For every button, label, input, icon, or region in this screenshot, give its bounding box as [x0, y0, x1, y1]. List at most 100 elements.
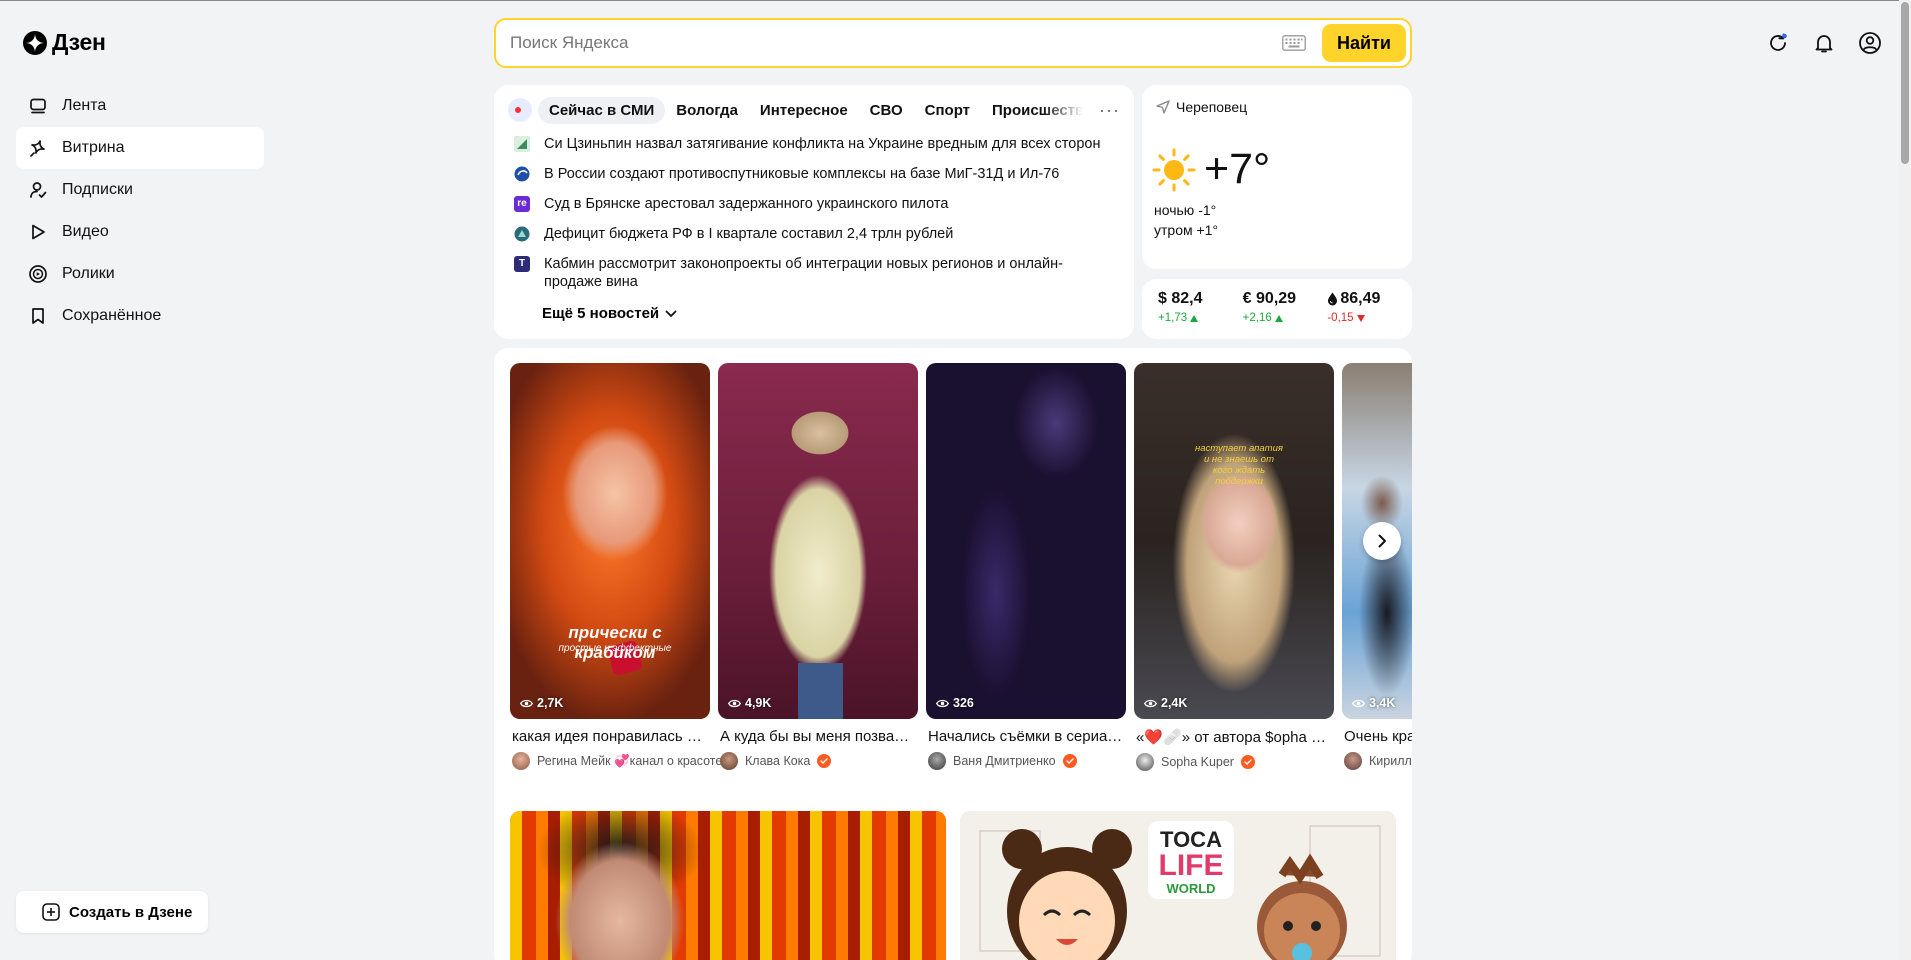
carousel-next-button[interactable]	[1363, 522, 1401, 560]
keyboard-icon[interactable]	[1282, 35, 1306, 51]
view-count: 3,4K	[1352, 696, 1395, 710]
tab-interesting[interactable]: Интересное	[749, 97, 859, 124]
short-title[interactable]: Очень красиво	[1342, 728, 1412, 745]
short-title[interactable]: какая идея понравилась больше?	[510, 728, 708, 745]
rate-eur[interactable]: € 90,29 +2,16	[1243, 290, 1328, 339]
triangle-down-icon	[1356, 314, 1365, 322]
sidebar-item-video[interactable]: Видео	[16, 211, 264, 253]
sun-icon	[1152, 148, 1196, 191]
profile-icon[interactable]	[1858, 31, 1882, 55]
rate-delta: -0,15	[1327, 312, 1412, 324]
page-scrollbar[interactable]	[1899, 0, 1911, 960]
short-author[interactable]: Регина Мейк 💞канал о красоте	[510, 752, 722, 770]
tab-sport[interactable]: Спорт	[914, 97, 981, 124]
short-card: прически с крабиком простые и эффектные …	[510, 363, 722, 770]
rate-oil[interactable]: 86,49 -0,15	[1327, 290, 1412, 339]
sidebar-item-label: Ролики	[62, 265, 115, 282]
window-top-border	[0, 0, 1911, 1]
tab-now-in-media[interactable]: Сейчас в СМИ	[538, 96, 666, 124]
verified-icon	[1062, 754, 1077, 768]
dzen-logo[interactable]: Дзен	[23, 29, 106, 56]
more-news-label: Ещё 5 новостей	[542, 305, 660, 322]
svg-text:LIFE: LIFE	[1159, 849, 1224, 882]
shorts-icon	[28, 264, 48, 284]
oil-drop-icon	[1328, 292, 1338, 306]
svg-text:WORLD: WORLD	[1166, 881, 1215, 896]
news-item[interactable]: re Суд в Брянске арестовал задержанного …	[514, 195, 1114, 213]
sidebar-item-subscriptions[interactable]: Подписки	[16, 169, 264, 211]
sidebar-item-shorts[interactable]: Ролики	[16, 253, 264, 295]
news-list: Си Цзиньпин назвал затягивание конфликта…	[514, 135, 1114, 303]
short-title[interactable]: Начались съёмки в сериале	[926, 728, 1124, 745]
news-title: Дефицит бюджета РФ в I квартале составил…	[544, 226, 954, 242]
sidebar-item-label: Сохранённое	[62, 307, 162, 324]
sidebar-item-feed[interactable]: Лента	[16, 85, 264, 127]
search-input[interactable]	[496, 33, 1282, 53]
tab-vologda[interactable]: Вологда	[665, 97, 749, 124]
weather-city: Череповец	[1176, 99, 1248, 115]
short-thumbnail[interactable]: наступает апатия и не знаешь от кого жда…	[1134, 363, 1334, 719]
short-title[interactable]: А куда бы вы меня позвали?	[718, 728, 916, 745]
refresh-icon[interactable]	[1766, 31, 1790, 55]
video-preview[interactable]	[510, 811, 946, 960]
news-item[interactable]: Си Цзиньпин назвал затягивание конфликта…	[514, 135, 1114, 153]
subscriptions-icon	[28, 180, 48, 200]
news-tabs-scroll: Сейчас в СМИ Вологда Интересное СВО Спор…	[538, 96, 1083, 124]
weather-night: ночью -1°	[1154, 202, 1217, 218]
scrollbar-thumb[interactable]	[1901, 2, 1909, 164]
bookmark-icon	[28, 306, 48, 326]
chevron-right-icon	[1378, 534, 1386, 548]
short-title[interactable]: «❤️🩹» от автора $opha Kuper	[1134, 728, 1332, 746]
short-thumbnail[interactable]: прически с крабиком простые и эффектные …	[510, 363, 710, 719]
sidebar-item-label: Подписки	[62, 181, 133, 198]
tab-incidents[interactable]: Происшествия	[981, 97, 1083, 124]
short-author[interactable]: Ваня Дмитриенко	[926, 752, 1126, 770]
rate-value-row: 86,49	[1327, 290, 1412, 308]
sidebar: Лента Витрина Подписки Видео Ролики Сохр…	[16, 85, 264, 337]
header-actions	[1766, 31, 1882, 55]
search-button[interactable]: Найти	[1322, 24, 1406, 62]
rate-usd[interactable]: $ 82,4 +1,73	[1158, 290, 1243, 339]
news-logo-icon	[508, 98, 532, 122]
news-item[interactable]: В России создают противоспутниковые комп…	[514, 165, 1114, 183]
weather-location: Череповец	[1156, 99, 1247, 115]
short-author[interactable]: Кирилл	[1342, 752, 1412, 770]
news-item[interactable]: Дефицит бюджета РФ в I квартале составил…	[514, 225, 1114, 243]
more-dots-icon[interactable]: ···	[1099, 100, 1120, 121]
short-author[interactable]: Sopha Kuper	[1134, 753, 1334, 771]
news-source-icon: Т	[514, 256, 530, 272]
view-count: 326	[936, 696, 974, 710]
create-in-dzen-button[interactable]: Создать в Дзене	[16, 891, 208, 933]
short-thumbnail[interactable]: 326	[926, 363, 1126, 719]
sidebar-item-showcase[interactable]: Витрина	[16, 127, 264, 169]
tab-svo[interactable]: СВО	[859, 97, 914, 124]
news-source-icon: re	[514, 196, 530, 212]
bell-icon[interactable]	[1812, 31, 1836, 55]
weather-widget[interactable]: Череповец +7° ночью -1° утром +1°	[1142, 85, 1412, 269]
short-author[interactable]: Клава Кока	[718, 752, 918, 770]
rate-delta: +2,16	[1243, 312, 1328, 324]
news-item[interactable]: Т Кабмин рассмотрит законопроекты об инт…	[514, 255, 1114, 291]
video-thumbnail-art: TOCA LIFE WORLD	[960, 811, 1396, 960]
shorts-section: прически с крабиком простые и эффектные …	[494, 348, 1412, 960]
news-widget: Сейчас в СМИ Вологда Интересное СВО Спор…	[494, 85, 1134, 339]
author-name: Ваня Дмитриенко	[953, 754, 1056, 768]
author-name: Регина Мейк 💞канал о красоте	[537, 753, 723, 768]
feed-icon	[28, 96, 48, 116]
more-news-button[interactable]: Ещё 5 новостей	[542, 305, 677, 322]
verified-icon	[817, 754, 832, 768]
sidebar-item-label: Лента	[62, 97, 107, 114]
dzen-logo-text: Дзен	[52, 29, 106, 55]
view-count: 4,9K	[728, 696, 771, 710]
news-title: В России создают противоспутниковые комп…	[544, 166, 1060, 182]
avatar	[1344, 752, 1362, 770]
thumbnail-caption-sub: простые и эффектные	[558, 643, 672, 654]
sidebar-item-saved[interactable]: Сохранённое	[16, 295, 264, 337]
video-preview[interactable]: TOCA LIFE WORLD	[960, 811, 1396, 960]
chevron-down-icon	[665, 310, 677, 317]
eye-icon	[520, 699, 533, 707]
shorts-carousel: прически с крабиком простые и эффектные …	[510, 363, 1412, 783]
plus-square-icon	[41, 902, 61, 922]
short-thumbnail[interactable]: 4,9K	[718, 363, 918, 719]
eye-icon	[936, 699, 949, 707]
